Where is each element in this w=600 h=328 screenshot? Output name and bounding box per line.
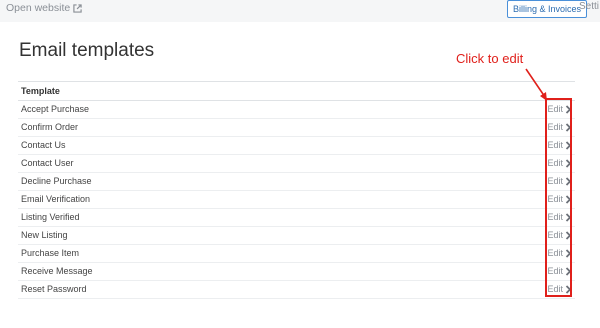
edit-column-highlight [545, 98, 572, 297]
external-link-icon [73, 3, 82, 13]
template-name: Contact User [21, 158, 74, 168]
click-to-edit-annotation: Click to edit [456, 51, 524, 66]
table-row: Listing Verified Edit [18, 209, 575, 227]
template-name: Reset Password [21, 284, 87, 294]
table-row: Contact Us Edit [18, 137, 575, 155]
open-website-label: Open website [6, 2, 71, 14]
template-name: Receive Message [21, 266, 93, 276]
table-row: Receive Message Edit [18, 263, 575, 281]
open-website-link[interactable]: Open website [6, 2, 82, 14]
template-name: New Listing [21, 230, 68, 240]
table-row: Reset Password Edit [18, 281, 575, 299]
billing-invoices-tab[interactable]: Billing & Invoices [507, 0, 588, 18]
template-name: Purchase Item [21, 248, 80, 258]
table-row: Accept Purchase Edit [18, 101, 575, 119]
template-name: Confirm Order [21, 122, 79, 132]
top-bar: Open website Billing & Invoices Setti [0, 0, 600, 22]
page-title: Email templates [19, 40, 155, 61]
table-row: Email Verification Edit [18, 191, 575, 209]
template-name: Accept Purchase [21, 104, 90, 114]
table-row: Purchase Item Edit [18, 245, 575, 263]
table-header-template: Template [18, 82, 575, 101]
table-row: Decline Purchase Edit [18, 173, 575, 191]
template-name: Decline Purchase [21, 176, 92, 186]
template-name: Email Verification [21, 194, 91, 204]
settings-tab[interactable]: Setti [579, 1, 599, 12]
table-row: Confirm Order Edit [18, 119, 575, 137]
email-templates-table: Template Accept Purchase Edit Confirm Orde… [18, 81, 575, 299]
table-row: Contact User Edit [18, 155, 575, 173]
table-row: New Listing Edit [18, 227, 575, 245]
template-name: Listing Verified [21, 212, 80, 222]
template-name: Contact Us [21, 140, 66, 150]
